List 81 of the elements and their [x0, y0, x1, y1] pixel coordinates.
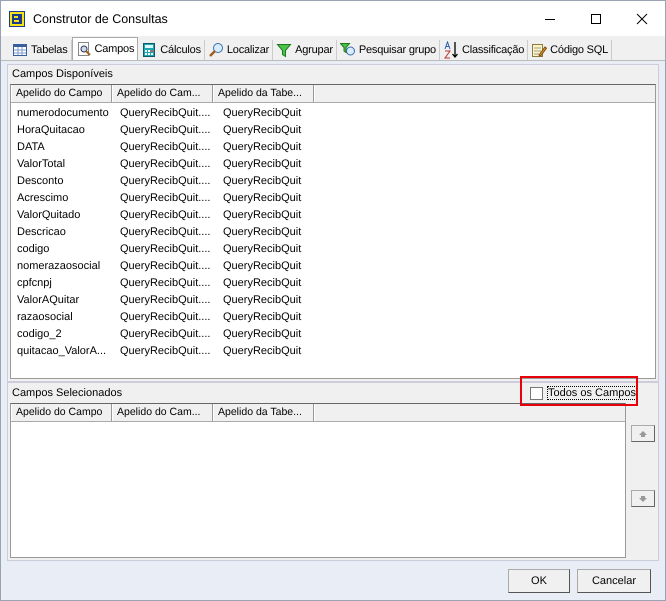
table-cell-text: QueryRecibQuit....: [119, 157, 212, 172]
tab[interactable]: Localizar: [204, 40, 274, 60]
tab[interactable]: Cálculos: [138, 40, 205, 60]
table-cell-text: QueryRecibQuit: [222, 242, 302, 257]
column-header[interactable]: Apelido da Tabe...: [213, 404, 314, 421]
ok-button[interactable]: OK: [508, 569, 570, 593]
tab[interactable]: Campos: [72, 37, 138, 60]
table-cell-text: QueryRecibQuit: [222, 140, 302, 155]
table-cell-text: codigo_2: [16, 327, 63, 342]
table-cell-text: Acrescimo: [16, 191, 70, 206]
table-cell-text: QueryRecibQuit: [222, 174, 302, 189]
table-cell-text: QueryRecibQuit....: [119, 191, 212, 206]
filter-search-icon: [340, 42, 356, 58]
table-cell-text: QueryRecibQuit....: [119, 344, 212, 359]
table-cell-text: Descricao: [16, 225, 67, 240]
table-icon: [12, 42, 28, 58]
search-icon: [208, 42, 224, 58]
tab[interactable]: Tabelas: [9, 40, 72, 60]
table-cell-text: QueryRecibQuit....: [119, 242, 212, 257]
notepad-pencil-icon: [531, 42, 548, 58]
tab[interactable]: Pesquisar grupo: [336, 40, 440, 60]
table-cell-text: QueryRecibQuit: [222, 157, 302, 172]
table-cell-text: QueryRecibQuit....: [119, 140, 212, 155]
cancel-button[interactable]: Cancelar: [577, 569, 651, 593]
table-cell-text: QueryRecibQuit: [222, 123, 302, 138]
section-title: Campos Disponíveis: [11, 67, 114, 82]
column-header[interactable]: Apelido da Tabe...: [213, 85, 314, 102]
table-cell-text: QueryRecibQuit....: [119, 293, 212, 308]
table-cell-text: QueryRecibQuit....: [119, 225, 212, 240]
table-cell-text: razaosocial: [16, 310, 74, 325]
sort-icon: [442, 41, 459, 59]
table-cell-text: ValorTotal: [16, 157, 66, 172]
table-cell-text: quitacao_ValorA...: [16, 344, 108, 359]
section-title: Campos Selecionados: [12, 387, 124, 399]
table-cell-text: QueryRecibQuit....: [119, 276, 212, 291]
table-cell-text: QueryRecibQuit: [222, 259, 302, 274]
column-header[interactable]: Apelido do Campo: [11, 404, 112, 421]
table-cell-text: QueryRecibQuit....: [119, 327, 212, 342]
filter-icon: [276, 42, 292, 58]
calculator-icon: [141, 42, 158, 58]
table-cell-text: codigo: [16, 242, 50, 257]
table-cell-text: ValorQuitado: [16, 208, 82, 223]
table-cell-text: numerodocumento: [16, 106, 110, 121]
table-cell-text: nomerazaosocial: [16, 259, 102, 274]
magnifier-page-icon: [76, 41, 92, 57]
move-up-button[interactable]: [631, 425, 655, 442]
tab[interactable]: Agrupar: [273, 40, 337, 60]
tab[interactable]: Classificação: [440, 40, 528, 60]
table-cell-text: cpfcnpj: [16, 276, 53, 291]
tab[interactable]: Código SQL: [528, 40, 612, 60]
table-cell-text: QueryRecibQuit: [222, 191, 302, 206]
maximize-icon[interactable]: [590, 12, 602, 24]
table-cell-text: QueryRecibQuit....: [119, 259, 212, 274]
table-cell-text: QueryRecibQuit: [222, 106, 302, 121]
column-header[interactable]: Apelido do Cam...: [112, 404, 213, 421]
move-down-button[interactable]: [631, 490, 655, 507]
checkbox[interactable]: [530, 386, 543, 400]
table-cell-text: QueryRecibQuit....: [119, 106, 212, 121]
down-arrow-icon: [638, 494, 648, 502]
app-logo-icon: [9, 10, 25, 26]
table-cell-text: QueryRecibQuit: [222, 276, 302, 291]
table-cell-text: QueryRecibQuit....: [119, 310, 212, 325]
column-header[interactable]: Apelido do Cam...: [112, 85, 213, 102]
table-cell-text: QueryRecibQuit: [222, 327, 302, 342]
table-cell-text: ValorAQuitar: [16, 293, 80, 308]
table-cell-text: QueryRecibQuit....: [119, 123, 212, 138]
table-cell-text: QueryRecibQuit: [222, 293, 302, 308]
table-cell-text: QueryRecibQuit....: [119, 208, 212, 223]
window-title: Construtor de Consultas: [33, 12, 168, 26]
table-cell-text: QueryRecibQuit: [222, 225, 302, 240]
table-cell-text: HoraQuitacao: [16, 123, 86, 138]
table-cell-text: QueryRecibQuit: [222, 344, 302, 359]
table-cell-text: QueryRecibQuit: [222, 310, 302, 325]
close-icon[interactable]: [636, 12, 648, 24]
table-cell-text: DATA: [16, 140, 46, 155]
table-cell-text: QueryRecibQuit....: [119, 174, 212, 189]
column-header[interactable]: Apelido do Campo: [11, 85, 112, 102]
up-arrow-icon: [638, 430, 648, 438]
table-cell-text: QueryRecibQuit: [222, 208, 302, 223]
all-fields-checkbox[interactable]: Todos os Campos: [530, 386, 636, 400]
table-cell-text: Desconto: [16, 174, 64, 189]
